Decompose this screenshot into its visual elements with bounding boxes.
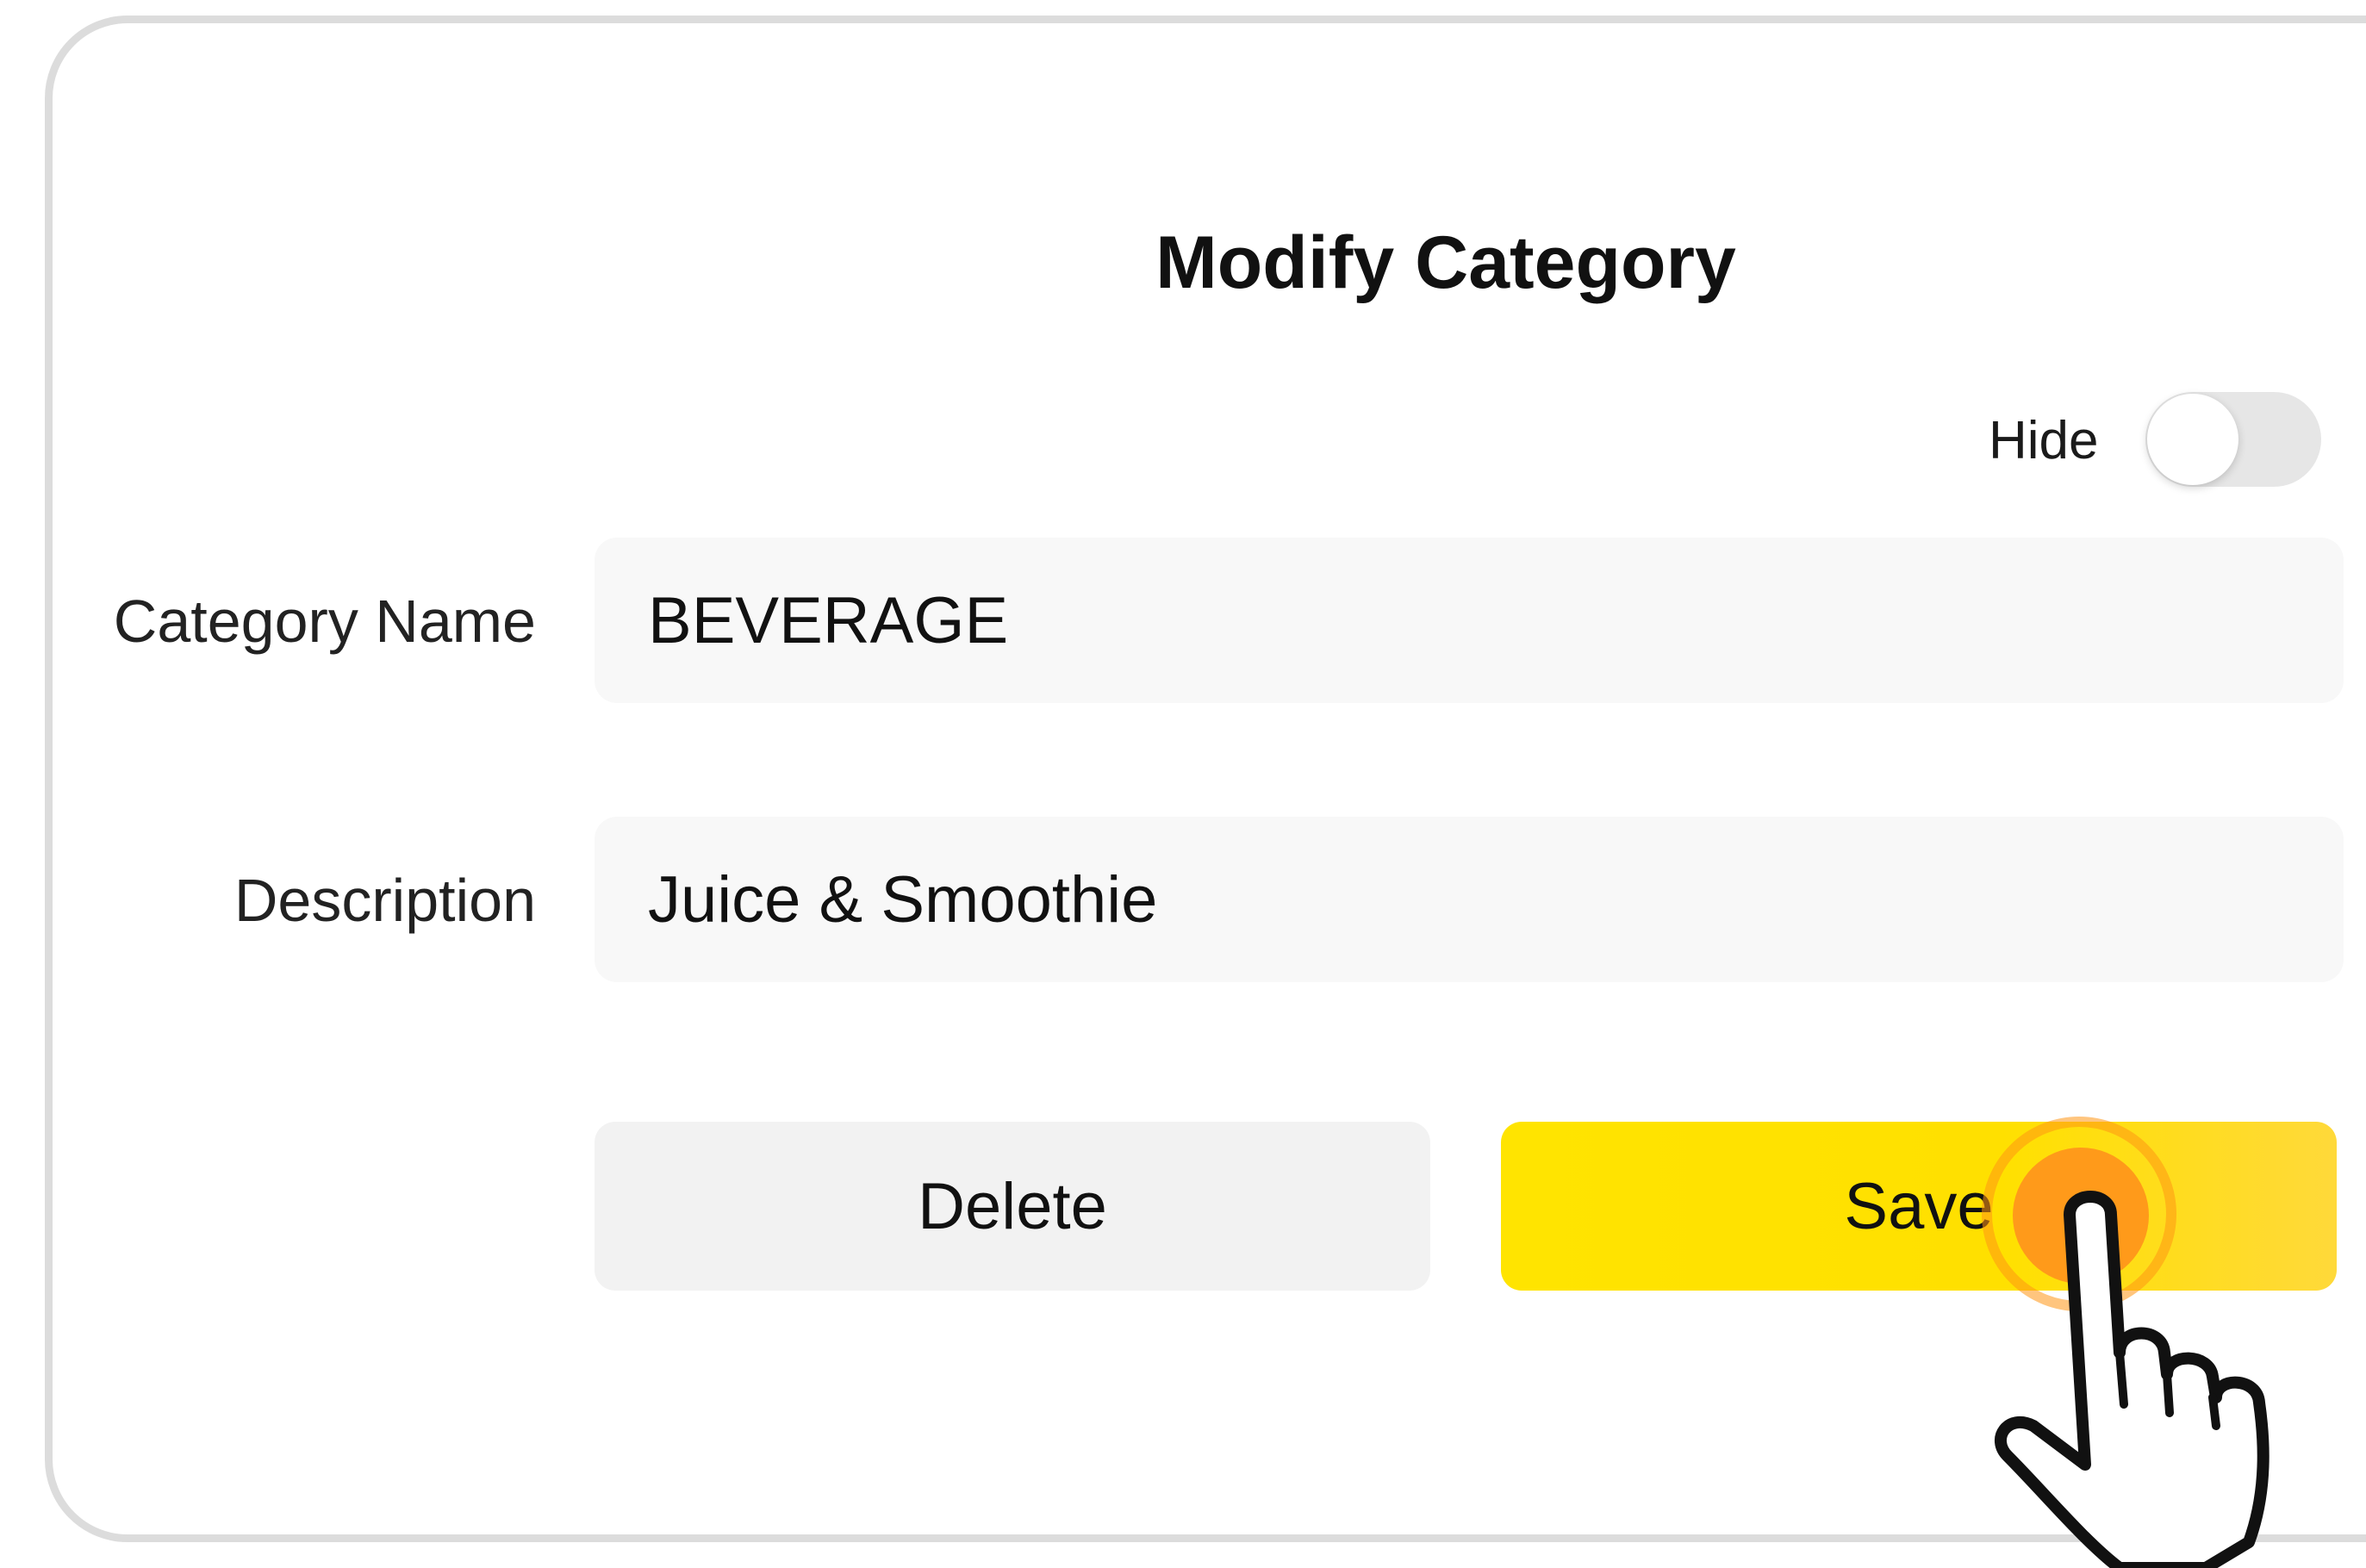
hide-toggle-row: Hide (0, 392, 2366, 495)
dialog-title: Modify Category (1155, 221, 1736, 304)
description-field-box (595, 817, 2344, 982)
description-label: Description (233, 867, 536, 934)
description-input[interactable] (648, 862, 2344, 937)
hide-toggle-switch[interactable] (2145, 392, 2321, 487)
toggle-knob (2147, 394, 2238, 485)
category-name-field-box (595, 538, 2344, 703)
pointing-hand-icon (1995, 1191, 2269, 1568)
hide-toggle-label: Hide (1989, 411, 2099, 470)
category-name-label: Category Name (113, 588, 536, 655)
category-name-input[interactable] (648, 582, 2344, 658)
delete-button[interactable]: Delete (595, 1122, 1430, 1291)
